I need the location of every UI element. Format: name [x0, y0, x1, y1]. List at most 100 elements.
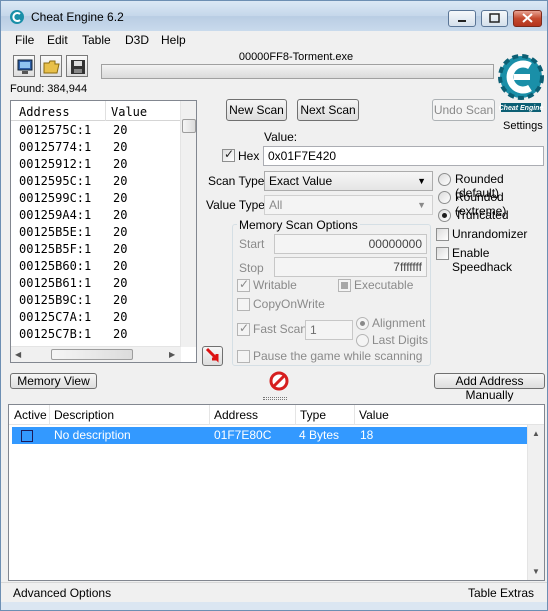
- scan-type-select[interactable]: Exact Value ▼: [264, 171, 433, 191]
- result-address: 0012599C:1: [19, 191, 92, 205]
- scan-type-value: Exact Value: [269, 174, 333, 188]
- enable-speedhack-checkbox[interactable]: [436, 247, 449, 260]
- stop-icon[interactable]: [269, 371, 289, 391]
- scroll-down-icon[interactable]: ▼: [532, 567, 540, 576]
- maximize-icon: [489, 13, 500, 23]
- memory-scan-options-title: Memory Scan Options: [237, 218, 360, 232]
- advanced-options-link[interactable]: Advanced Options: [13, 586, 111, 600]
- maximize-button[interactable]: [481, 10, 508, 27]
- menu-table[interactable]: Table: [82, 33, 111, 47]
- scroll-left-icon[interactable]: ◀: [15, 350, 21, 359]
- rounded-extreme-radio[interactable]: [438, 191, 451, 204]
- result-row[interactable]: 00125B61:1 20: [11, 275, 181, 292]
- scrollbar-thumb[interactable]: [51, 349, 133, 360]
- alignment-radio[interactable]: [356, 317, 369, 330]
- menu-d3d[interactable]: D3D: [125, 33, 149, 47]
- fast-scan-checkbox[interactable]: ✓: [237, 321, 250, 336]
- truncated-radio[interactable]: [438, 209, 451, 222]
- result-row[interactable]: 00125C7A:1 20: [11, 309, 181, 326]
- results-horizontal-scrollbar[interactable]: ◀ ▶: [11, 346, 181, 362]
- executable-checkbox[interactable]: [338, 279, 351, 292]
- hex-checkbox[interactable]: ✓: [222, 147, 235, 162]
- menu-help[interactable]: Help: [161, 33, 186, 47]
- next-scan-button[interactable]: Next Scan: [297, 99, 359, 121]
- enable-speedhack-label: Enable Speedhack: [452, 246, 513, 274]
- writable-checkbox[interactable]: ✓: [237, 277, 250, 292]
- add-to-list-button[interactable]: [202, 346, 223, 366]
- stop-address-input[interactable]: 7fffffff: [274, 257, 427, 277]
- row-description: No description: [54, 428, 131, 442]
- close-button[interactable]: [513, 10, 542, 27]
- settings-link[interactable]: Settings: [503, 120, 543, 132]
- minimize-button[interactable]: [448, 10, 476, 27]
- minimize-icon: [458, 20, 466, 22]
- scrollbar-thumb[interactable]: [182, 119, 196, 133]
- result-row[interactable]: 0012599C:1 20: [11, 190, 181, 207]
- menu-bar: File Edit Table D3D Help: [1, 31, 547, 49]
- save-button[interactable]: [66, 55, 88, 77]
- indeterminate-mark: [341, 282, 348, 289]
- copy-on-write-checkbox[interactable]: [237, 298, 250, 311]
- result-address: 0012575C:1: [19, 123, 92, 137]
- result-row[interactable]: 0012595C:1 20: [11, 173, 181, 190]
- cheat-engine-logo-icon[interactable]: Cheat Engine: [497, 51, 545, 119]
- result-row[interactable]: 00125B5E:1 20: [11, 224, 181, 241]
- column-divider[interactable]: [209, 405, 210, 425]
- result-value: 20: [113, 310, 128, 324]
- memory-view-button[interactable]: Memory View: [10, 373, 97, 389]
- scan-value-input[interactable]: 0x01F7E420: [263, 146, 544, 166]
- scroll-right-icon[interactable]: ▶: [169, 350, 175, 359]
- fast-scan-input[interactable]: 1: [305, 320, 353, 340]
- header-active[interactable]: Active: [14, 408, 47, 422]
- result-value: 20: [113, 259, 128, 273]
- scan-type-label: Scan Type: [208, 174, 265, 188]
- status-bar: Advanced Options Table Extras: [1, 582, 547, 602]
- result-row[interactable]: 00125B60:1 20: [11, 258, 181, 275]
- result-row[interactable]: 001259A4:1 20: [11, 207, 181, 224]
- result-row[interactable]: 00125774:1 20: [11, 139, 181, 156]
- header-description[interactable]: Description: [54, 408, 114, 422]
- results-address-header[interactable]: Address: [19, 105, 70, 119]
- menu-edit[interactable]: Edit: [47, 33, 68, 47]
- pause-game-checkbox[interactable]: [237, 350, 250, 363]
- address-list[interactable]: Active Description Address Type Value No…: [8, 404, 545, 581]
- result-value: 20: [113, 157, 128, 171]
- results-vertical-scrollbar[interactable]: [180, 101, 196, 347]
- new-scan-button[interactable]: New Scan: [226, 99, 287, 121]
- row-value: 18: [360, 428, 374, 442]
- open-file-button[interactable]: [40, 55, 62, 77]
- column-divider[interactable]: [354, 405, 355, 425]
- alignment-label: Alignment: [372, 316, 426, 330]
- undo-scan-button[interactable]: Undo Scan: [432, 99, 495, 121]
- active-checkbox[interactable]: [21, 430, 33, 442]
- column-divider[interactable]: [49, 405, 50, 425]
- column-divider[interactable]: [295, 405, 296, 425]
- scan-results-list[interactable]: Address Value 0012575C:1 20 00125774:1 20 00…: [10, 100, 197, 363]
- rounded-default-radio[interactable]: [438, 173, 451, 186]
- result-row[interactable]: 0012575C:1 20: [11, 122, 181, 139]
- start-address-input[interactable]: 00000000: [274, 234, 427, 254]
- result-row[interactable]: 00125B5F:1 20: [11, 241, 181, 258]
- header-address[interactable]: Address: [214, 408, 258, 422]
- address-list-row[interactable]: No description 01F7E80C 4 Bytes 18: [12, 427, 532, 444]
- result-row[interactable]: 00125B9C:1 20: [11, 292, 181, 309]
- result-row[interactable]: 00125912:1 20: [11, 156, 181, 173]
- value-type-select[interactable]: All ▼: [264, 195, 433, 215]
- select-process-button[interactable]: [13, 55, 35, 77]
- unrandomizer-checkbox[interactable]: [436, 228, 449, 241]
- header-value[interactable]: Value: [359, 408, 389, 422]
- results-value-header[interactable]: Value: [111, 105, 147, 119]
- checkmark-icon: ✓: [239, 277, 250, 291]
- scroll-up-icon[interactable]: ▲: [532, 429, 540, 438]
- table-extras-link[interactable]: Table Extras: [468, 586, 534, 600]
- last-digits-radio[interactable]: [356, 334, 369, 347]
- panel-splitter[interactable]: [263, 397, 287, 400]
- address-list-scrollbar[interactable]: ▲ ▼: [527, 425, 544, 580]
- value-label: Value:: [264, 130, 298, 144]
- title-bar[interactable]: Cheat Engine 6.2: [1, 1, 547, 31]
- menu-file[interactable]: File: [15, 33, 34, 47]
- column-divider[interactable]: [105, 101, 106, 121]
- header-type[interactable]: Type: [300, 408, 326, 422]
- add-address-manually-button[interactable]: Add Address Manually: [434, 373, 545, 402]
- result-row[interactable]: 00125C7B:1 20: [11, 326, 181, 343]
